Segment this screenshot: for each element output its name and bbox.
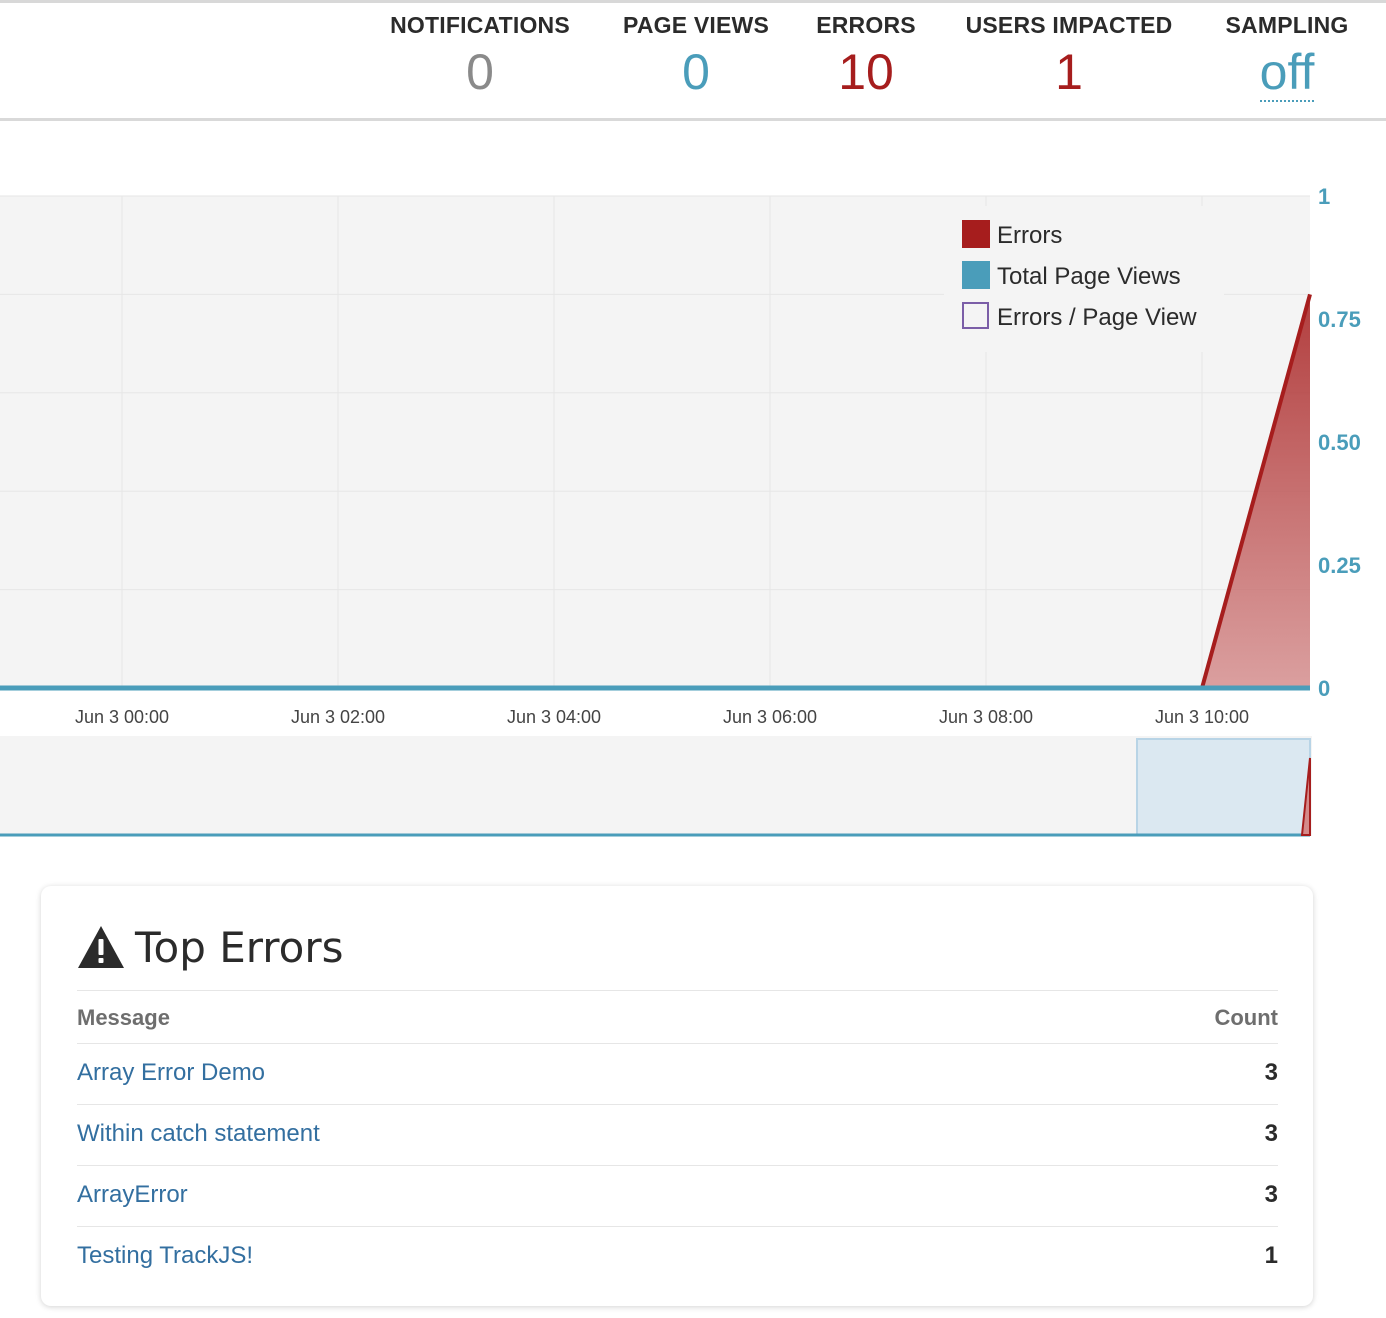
legend-swatch	[962, 220, 990, 248]
error-count: 3	[1264, 1059, 1278, 1086]
chart-legend: Errors Total Page Views Errors / Page View	[944, 206, 1224, 352]
x-tick-label: Jun 3 02:00	[291, 707, 385, 727]
table-row: Within catch statement 3	[77, 1104, 1278, 1165]
error-count: 3	[1264, 1120, 1278, 1147]
warning-icon	[78, 926, 124, 968]
y-tick-label: 0.25	[1318, 553, 1361, 578]
table-row: ArrayError 3	[77, 1165, 1278, 1226]
sampling-toggle-link[interactable]: off	[1259, 44, 1315, 102]
error-message-link[interactable]: ArrayError	[77, 1181, 188, 1209]
navigator-range-selector[interactable]	[1136, 738, 1311, 836]
legend-label: Errors	[997, 222, 1062, 249]
x-tick-label: Jun 3 08:00	[939, 707, 1033, 727]
stat-value: 0	[682, 44, 710, 100]
x-tick-label: Jun 3 04:00	[507, 707, 601, 727]
x-tick-label: Jun 3 06:00	[723, 707, 817, 727]
stat-users-impacted: USERS IMPACTED 1	[956, 12, 1182, 101]
stat-label: NOTIFICATIONS	[390, 12, 570, 38]
y-tick-label: 0	[1318, 676, 1330, 701]
column-header-message: Message	[77, 1005, 170, 1030]
table-row: Testing TrackJS! 1	[77, 1226, 1278, 1287]
legend-swatch	[962, 261, 990, 289]
legend-label: Errors / Page View	[997, 304, 1197, 331]
x-tick-label: Jun 3 10:00	[1155, 707, 1249, 727]
card-title-text: Top Errors	[135, 922, 344, 972]
chart-navigator[interactable]	[0, 734, 1386, 844]
error-message-link[interactable]: Array Error Demo	[77, 1059, 265, 1087]
table-row: Array Error Demo 3	[77, 1043, 1278, 1104]
top-errors-table: Message Count Array Error Demo 3 Within …	[77, 990, 1278, 1287]
error-count: 3	[1264, 1181, 1278, 1208]
error-message-link[interactable]: Testing TrackJS!	[77, 1242, 253, 1270]
top-errors-card: Top Errors Message Count Array Error Dem…	[41, 886, 1313, 1306]
stat-value: 0	[466, 44, 494, 100]
error-message-link[interactable]: Within catch statement	[77, 1120, 320, 1148]
stat-errors: ERRORS 10	[808, 12, 924, 101]
navigator-background	[0, 736, 1312, 836]
y-tick-label: 1	[1318, 184, 1330, 209]
table-header: Message Count	[77, 990, 1278, 1043]
errors-chart: Jun 3 00:00 Jun 3 02:00 Jun 3 04:00 Jun 3 0…	[0, 180, 1386, 740]
stat-value-wrap: off	[1214, 43, 1360, 102]
stat-page-views: PAGE VIEWS 0	[610, 12, 782, 101]
stat-notifications: NOTIFICATIONS 0	[380, 12, 580, 101]
navigator-svg	[0, 736, 1312, 837]
y-tick-label: 0.75	[1318, 307, 1361, 332]
stat-value: 10	[838, 44, 894, 100]
stat-label: USERS IMPACTED	[965, 12, 1173, 38]
stat-value: 1	[1055, 44, 1083, 100]
error-count: 1	[1264, 1242, 1278, 1269]
column-header-count: Count	[1214, 1005, 1278, 1030]
stat-label: ERRORS	[816, 12, 916, 38]
stat-label: PAGE VIEWS	[623, 12, 769, 38]
stat-sampling: SAMPLING off	[1214, 12, 1360, 102]
x-tick-label: Jun 3 00:00	[75, 707, 169, 727]
y-tick-label: 0.50	[1318, 430, 1361, 455]
chart-svg: Jun 3 00:00 Jun 3 02:00 Jun 3 04:00 Jun 3 0…	[0, 184, 1361, 727]
stats-bar: NOTIFICATIONS 0 PAGE VIEWS 0 ERRORS 10 U…	[0, 0, 1386, 121]
legend-label: Total Page Views	[997, 263, 1181, 290]
card-title: Top Errors	[77, 920, 343, 974]
stat-label: SAMPLING	[1225, 12, 1349, 38]
